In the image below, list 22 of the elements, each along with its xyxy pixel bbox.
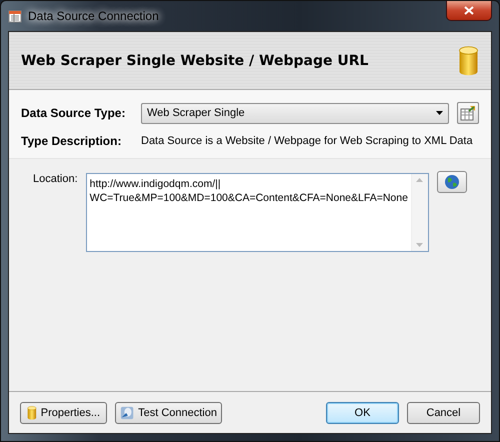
type-description-text: Data Source is a Website / Webpage for Web Scraping to XML Data (141, 135, 474, 147)
location-label: Location: (33, 173, 78, 187)
close-button[interactable] (446, 1, 492, 21)
database-icon (26, 406, 37, 420)
data-source-type-dropdown[interactable]: Web Scraper Single (141, 102, 449, 124)
properties-button[interactable]: Properties... (20, 402, 107, 424)
window-title: Data Source Connection (28, 9, 159, 23)
type-description-label: Type Description: (21, 134, 122, 148)
close-icon (464, 6, 474, 15)
browse-web-button[interactable] (436, 171, 467, 193)
dropdown-arrow-icon (436, 111, 443, 115)
window-icon (8, 9, 22, 23)
database-cylinder-icon (458, 46, 479, 76)
test-connection-button[interactable]: Test Connection (115, 402, 222, 424)
table-edit-icon (460, 105, 476, 121)
globe-icon (444, 174, 460, 190)
data-source-type-label: Data Source Type: (21, 106, 126, 120)
ok-button[interactable]: OK (326, 402, 399, 424)
location-field[interactable]: http://www.indigodqm.com/|| WC=True&MP=100&MD=100&CA=Content&CFA=None&LFA=None (86, 173, 429, 252)
header-title: Web Scraper Single Website / Webpage URL (21, 52, 368, 68)
edit-table-button[interactable] (457, 102, 479, 124)
cancel-button[interactable]: Cancel (407, 402, 480, 424)
